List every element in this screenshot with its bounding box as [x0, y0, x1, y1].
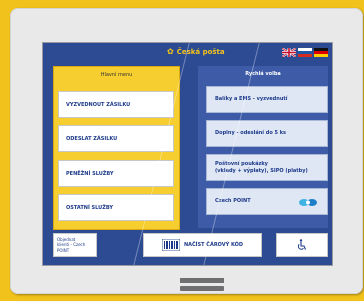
button-label: ODESLAT ZÁSILKU	[66, 135, 118, 142]
brand-name: Česká pošta	[176, 48, 225, 56]
touch-screen: ✿ Česká pošta Hlavní menu VYZVEDNOUT ZÁS…	[42, 42, 333, 266]
button-label: VYZVEDNOUT ZÁSILKU	[66, 101, 131, 108]
button-label: OSTATNÍ SLUŽBY	[66, 204, 114, 211]
kiosk-slot	[180, 286, 224, 291]
other-services-button[interactable]: OSTATNÍ SLUŽBY	[58, 194, 174, 221]
main-menu-title: Hlavní menu	[100, 72, 133, 78]
germany-flag-icon[interactable]	[314, 48, 328, 57]
wheelchair-icon	[297, 239, 307, 250]
scan-barcode-button[interactable]: NAČÍST ČÁROVÝ KÓD	[143, 233, 262, 257]
czech-point-button[interactable]: Czech POINT	[206, 188, 328, 215]
card-slot	[180, 278, 224, 283]
czech-point-logo-icon	[299, 199, 317, 206]
button-label-line2: (vklady + výplaty), SIPO (platby)	[215, 167, 308, 174]
order-label-line2: klienti - Czech POINT	[57, 242, 86, 253]
post-horn-icon: ✿	[167, 47, 174, 56]
pick-up-parcel-button[interactable]: VYZVEDNOUT ZÁSILKU	[58, 91, 174, 118]
russia-flag-icon[interactable]	[298, 48, 312, 57]
send-parcel-button[interactable]: ODESLAT ZÁSILKU	[58, 125, 174, 152]
button-label: Balíky a EMS - vyzvednutí	[215, 96, 288, 103]
order-czech-point-button[interactable]: Objednat klienti - Czech POINT	[53, 233, 97, 257]
main-menu-panel: Hlavní menu VYZVEDNOUT ZÁSILKU ODESLAT Z…	[53, 66, 180, 230]
barcode-label: NAČÍST ČÁROVÝ KÓD	[183, 242, 244, 248]
button-label: Doplny - odeslání do 5 ks	[215, 130, 287, 137]
language-switcher	[282, 48, 328, 57]
parcels-ems-pickup-button[interactable]: Balíky a EMS - vyzvednutí	[206, 86, 328, 113]
barcode-icon	[161, 239, 180, 251]
accessibility-button[interactable]	[276, 233, 328, 257]
button-label: PENĚŽNÍ SLUŽBY	[66, 170, 114, 177]
brand-logo: ✿ Česká pošta	[167, 47, 225, 56]
quick-choice-title: Rychlá volba	[245, 71, 281, 77]
uk-flag-icon[interactable]	[282, 48, 296, 57]
send-up-to-5-button[interactable]: Doplny - odeslání do 5 ks	[206, 120, 328, 147]
